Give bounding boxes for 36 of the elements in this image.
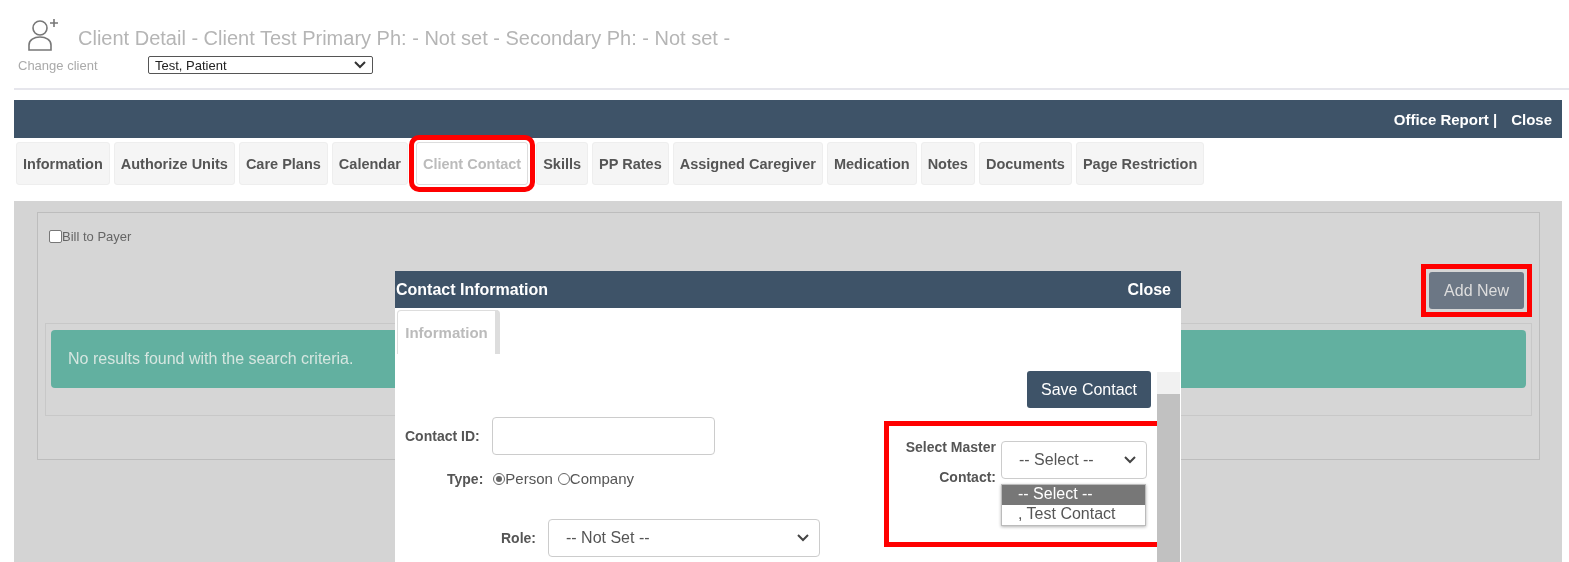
top-link[interactable]: Office Report | bbox=[1393, 110, 1498, 128]
field-label: Type: bbox=[447, 470, 484, 487]
close-link[interactable]: Close bbox=[1127, 280, 1171, 299]
tab[interactable]: Medication bbox=[826, 142, 917, 185]
dropdown-option[interactable]: , Test Contact bbox=[1002, 505, 1145, 525]
dialog-title: Contact Information bbox=[396, 280, 548, 299]
save-contact-button[interactable]: Save Contact bbox=[1027, 371, 1151, 408]
scrollbar[interactable] bbox=[1157, 372, 1180, 562]
tab[interactable]: Documents bbox=[978, 142, 1072, 185]
field-label: Contact ID: bbox=[405, 428, 480, 444]
chevron-down-icon bbox=[797, 534, 809, 542]
page-title: Client Detail - Client Test Primary Ph: - Not set - Secondary Ph: - Not set - bbox=[78, 27, 731, 51]
chevron-down-icon bbox=[354, 61, 366, 69]
client-select[interactable]: Test, Patient bbox=[148, 56, 373, 74]
contact-id-field[interactable] bbox=[491, 417, 715, 455]
change-client-label: Change client bbox=[18, 57, 99, 73]
role-select[interactable]: -- Not Set -- bbox=[548, 519, 820, 557]
checkbox-label: Bill to Payer bbox=[62, 229, 132, 244]
tab[interactable]: Assigned Caregiver bbox=[672, 142, 823, 185]
top-link[interactable]: Close bbox=[1511, 110, 1552, 128]
tab[interactable]: Care Plans bbox=[238, 142, 328, 185]
dropdown-option[interactable]: -- Select -- bbox=[1002, 485, 1145, 505]
radio-label: Person bbox=[505, 470, 553, 487]
radio-label: Company bbox=[569, 470, 635, 487]
master-contact-select[interactable]: -- Select -- bbox=[1001, 441, 1147, 479]
field-label: Role: bbox=[501, 530, 536, 546]
tab[interactable]: PP Rates bbox=[592, 142, 669, 185]
tab[interactable]: Calendar bbox=[331, 142, 408, 185]
field-label: Select Master Contact: bbox=[904, 438, 996, 487]
tab[interactable]: Information bbox=[16, 142, 110, 185]
tab[interactable]: Authorize Units bbox=[113, 142, 235, 185]
tab[interactable]: Page Restriction bbox=[1075, 142, 1205, 185]
chevron-down-icon bbox=[1124, 456, 1136, 464]
tab[interactable]: Notes bbox=[920, 142, 975, 185]
tab[interactable]: Skills bbox=[536, 142, 589, 185]
checkbox[interactable] bbox=[49, 230, 62, 243]
